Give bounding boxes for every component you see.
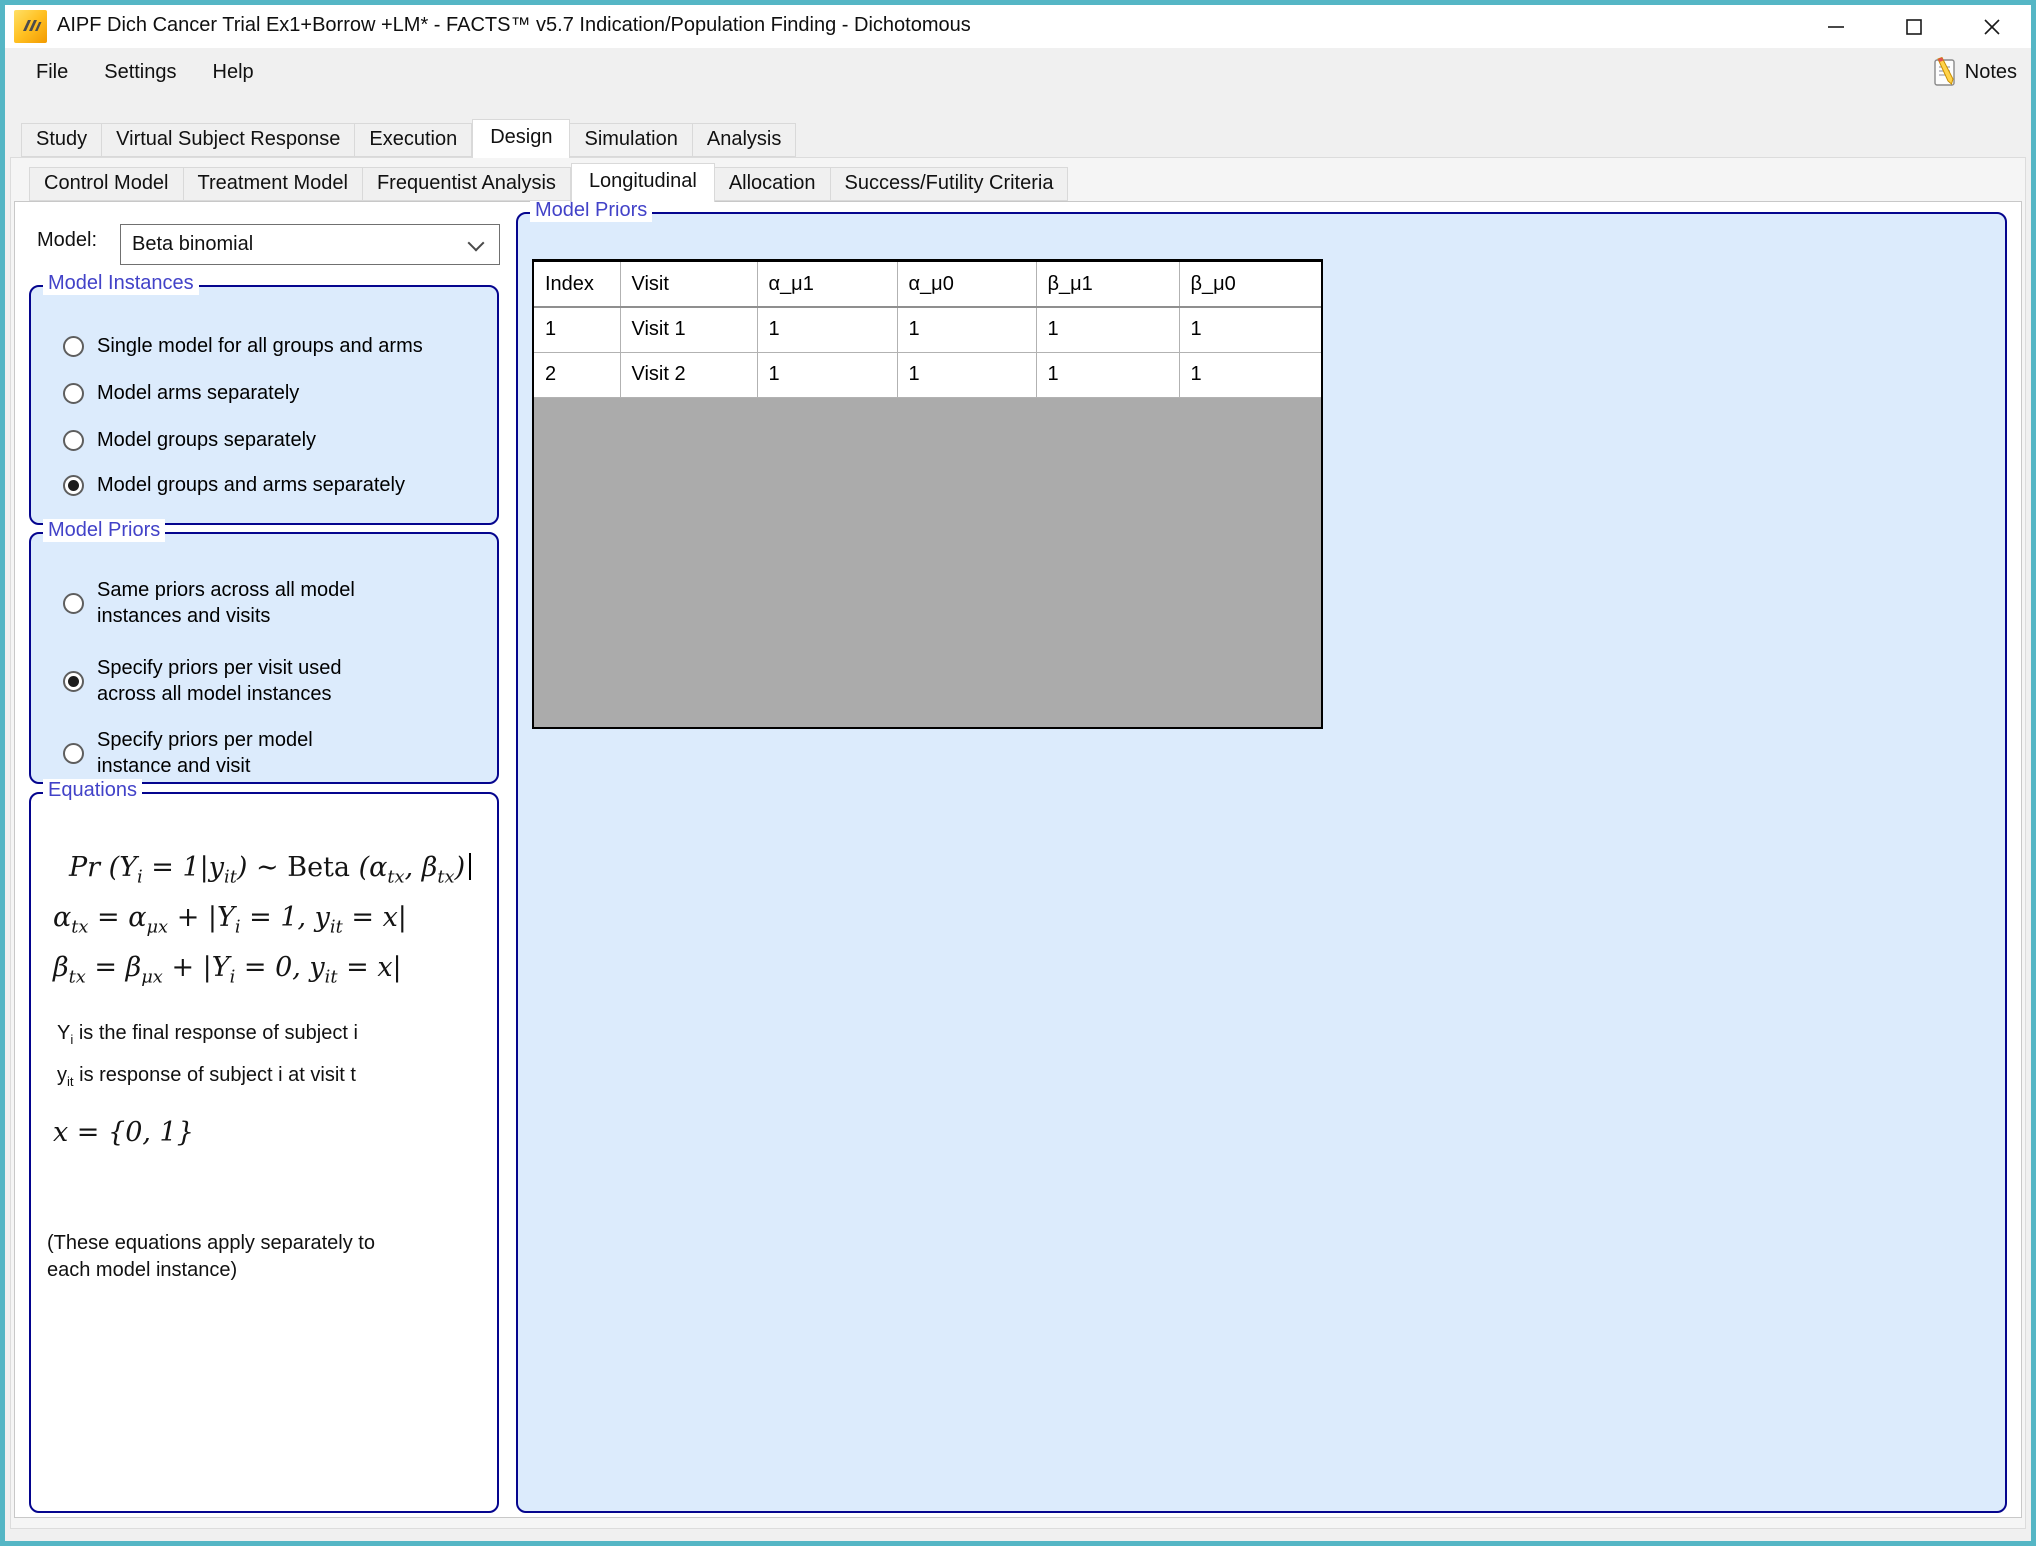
minimize-icon [1827, 18, 1845, 36]
tab-longitudinal[interactable]: Longitudinal [571, 163, 715, 202]
column-header-0: β_μ0 [1179, 262, 1321, 307]
column-header-visit: Visit [620, 262, 757, 307]
primary-tab-strip: StudyVirtual Subject ResponseExecutionDe… [21, 118, 796, 157]
cell[interactable]: 1 [1036, 352, 1179, 397]
radio-selected-icon[interactable] [63, 475, 84, 496]
equation-note-visit-response: yit is response of subject i at visit t [57, 1064, 356, 1087]
minimize-button[interactable] [1797, 5, 1875, 48]
notes-button[interactable]: Notes [1932, 48, 2017, 96]
table-row: 2Visit 21111 [534, 352, 1321, 397]
equation-beta: βtx = βμx + |Yi = 0, yit = x| [53, 952, 402, 983]
radio-option-model-groups-separately[interactable]: Model groups separately [63, 427, 316, 453]
equation-alpha: αtx = αμx + |Yi = 1, yit = x| [53, 902, 407, 933]
tab-execution[interactable]: Execution [355, 123, 472, 157]
table-row: 1Visit 11111 [534, 307, 1321, 352]
window-title: AIPF Dich Cancer Trial Ex1+Borrow +LM* -… [57, 5, 971, 48]
notes-icon [1932, 57, 1958, 87]
radio-selected-icon[interactable] [63, 671, 84, 692]
menu-items: FileSettingsHelp [18, 48, 272, 96]
group-title: Model Priors [530, 199, 652, 222]
radio-label: Model arms separately [97, 380, 299, 406]
equation-beta-prior: Pr (Yi = 1|yit) ∼ Beta (αtx, βtx) [69, 852, 471, 883]
radio-option-model-arms-separately[interactable]: Model arms separately [63, 380, 299, 406]
cell[interactable]: 1 [1179, 307, 1321, 352]
equation-note-final-response: Yi is the final response of subject i [57, 1022, 358, 1045]
titlebar: AIPF Dich Cancer Trial Ex1+Borrow +LM* -… [5, 5, 2031, 48]
radio-unselected-icon[interactable] [63, 383, 84, 404]
tab-analysis[interactable]: Analysis [693, 123, 796, 157]
cell[interactable]: Visit 1 [620, 307, 757, 352]
chevron-down-icon [468, 235, 485, 252]
cell[interactable]: Visit 2 [620, 352, 757, 397]
model-priors-table: IndexVisitα_μ1α_μ0β_μ1β_μ0 1Visit 111112… [532, 259, 1323, 729]
equations-group: Equations Pr (Yi = 1|yit) ∼ Beta (αtx, β… [29, 792, 499, 1513]
radio-label: Model groups and arms separately [97, 472, 405, 498]
menubar: FileSettingsHelp Notes [5, 48, 2031, 96]
radio-option-specify-priors-per-model-insta[interactable]: Specify priors per modelinstance and vis… [63, 727, 313, 779]
cell[interactable]: 1 [897, 307, 1036, 352]
maximize-button[interactable] [1875, 5, 1953, 48]
cell[interactable]: 1 [1036, 307, 1179, 352]
model-label: Model: [37, 229, 97, 252]
maximize-icon [1905, 18, 1923, 36]
group-title: Model Instances [43, 272, 199, 295]
cell[interactable]: 2 [534, 352, 620, 397]
cell[interactable]: 1 [757, 352, 897, 397]
column-header-0: α_μ0 [897, 262, 1036, 307]
model-dropdown-value: Beta binomial [132, 225, 253, 264]
tab-simulation[interactable]: Simulation [570, 123, 692, 157]
priors-grid: IndexVisitα_μ1α_μ0β_μ1β_μ0 1Visit 111112… [534, 262, 1321, 398]
cell[interactable]: 1 [757, 307, 897, 352]
radio-unselected-icon[interactable] [63, 430, 84, 451]
radio-option-same-priors-across-all-model-i[interactable]: Same priors across all modelinstances an… [63, 577, 355, 629]
app-icon [14, 10, 47, 43]
tab-design[interactable]: Design [472, 119, 570, 158]
radio-unselected-icon[interactable] [63, 743, 84, 764]
cell[interactable]: 1 [534, 307, 620, 352]
model-dropdown[interactable]: Beta binomial [120, 224, 500, 265]
tab-control-model[interactable]: Control Model [29, 167, 184, 201]
menu-help[interactable]: Help [195, 48, 272, 96]
column-header-index: Index [534, 262, 620, 307]
group-title: Model Priors [43, 519, 165, 542]
radio-label: Same priors across all modelinstances an… [97, 577, 355, 629]
equation-x-set: x = {0, 1} [53, 1117, 194, 1148]
radio-label: Specify priors per modelinstance and vis… [97, 727, 313, 779]
radio-unselected-icon[interactable] [63, 593, 84, 614]
radio-label: Model groups separately [97, 427, 316, 453]
tab-success-futility-criteria[interactable]: Success/Futility Criteria [831, 167, 1069, 201]
menu-file[interactable]: File [18, 48, 86, 96]
tab-virtual-subject-response[interactable]: Virtual Subject Response [102, 123, 355, 157]
facts-window: AIPF Dich Cancer Trial Ex1+Borrow +LM* -… [0, 0, 2036, 1546]
group-title: Equations [43, 779, 142, 802]
column-header-1: β_μ1 [1036, 262, 1179, 307]
secondary-tab-strip: Control ModelTreatment ModelFrequentist … [29, 162, 1068, 201]
equations-footer: (These equations apply separately toeach… [47, 1230, 375, 1284]
radio-option-single-model-for-all-groups-an[interactable]: Single model for all groups and arms [63, 333, 423, 359]
tab-study[interactable]: Study [21, 123, 102, 157]
model-instances-group: Model Instances Single model for all gro… [29, 285, 499, 525]
radio-option-specify-priors-per-visit-used[interactable]: Specify priors per visit usedacross all … [63, 655, 342, 707]
tab-treatment-model[interactable]: Treatment Model [184, 167, 363, 201]
menu-settings[interactable]: Settings [86, 48, 194, 96]
column-header-1: α_μ1 [757, 262, 897, 307]
radio-unselected-icon[interactable] [63, 336, 84, 357]
model-priors-options-group: Model Priors Same priors across all mode… [29, 532, 499, 784]
cell[interactable]: 1 [897, 352, 1036, 397]
tab-allocation[interactable]: Allocation [715, 167, 831, 201]
radio-option-model-groups-and-arms-separate[interactable]: Model groups and arms separately [63, 472, 405, 498]
model-priors-table-group: Model Priors IndexVisitα_μ1α_μ0β_μ1β_μ0 … [516, 212, 2007, 1513]
header-row: IndexVisitα_μ1α_μ0β_μ1β_μ0 [534, 262, 1321, 307]
cell[interactable]: 1 [1179, 352, 1321, 397]
close-icon [1983, 18, 2001, 36]
notes-label: Notes [1965, 61, 2017, 84]
radio-label: Specify priors per visit usedacross all … [97, 655, 342, 707]
text-cursor [469, 853, 471, 880]
tab-frequentist-analysis[interactable]: Frequentist Analysis [363, 167, 571, 201]
radio-label: Single model for all groups and arms [97, 333, 423, 359]
close-button[interactable] [1953, 5, 2031, 48]
